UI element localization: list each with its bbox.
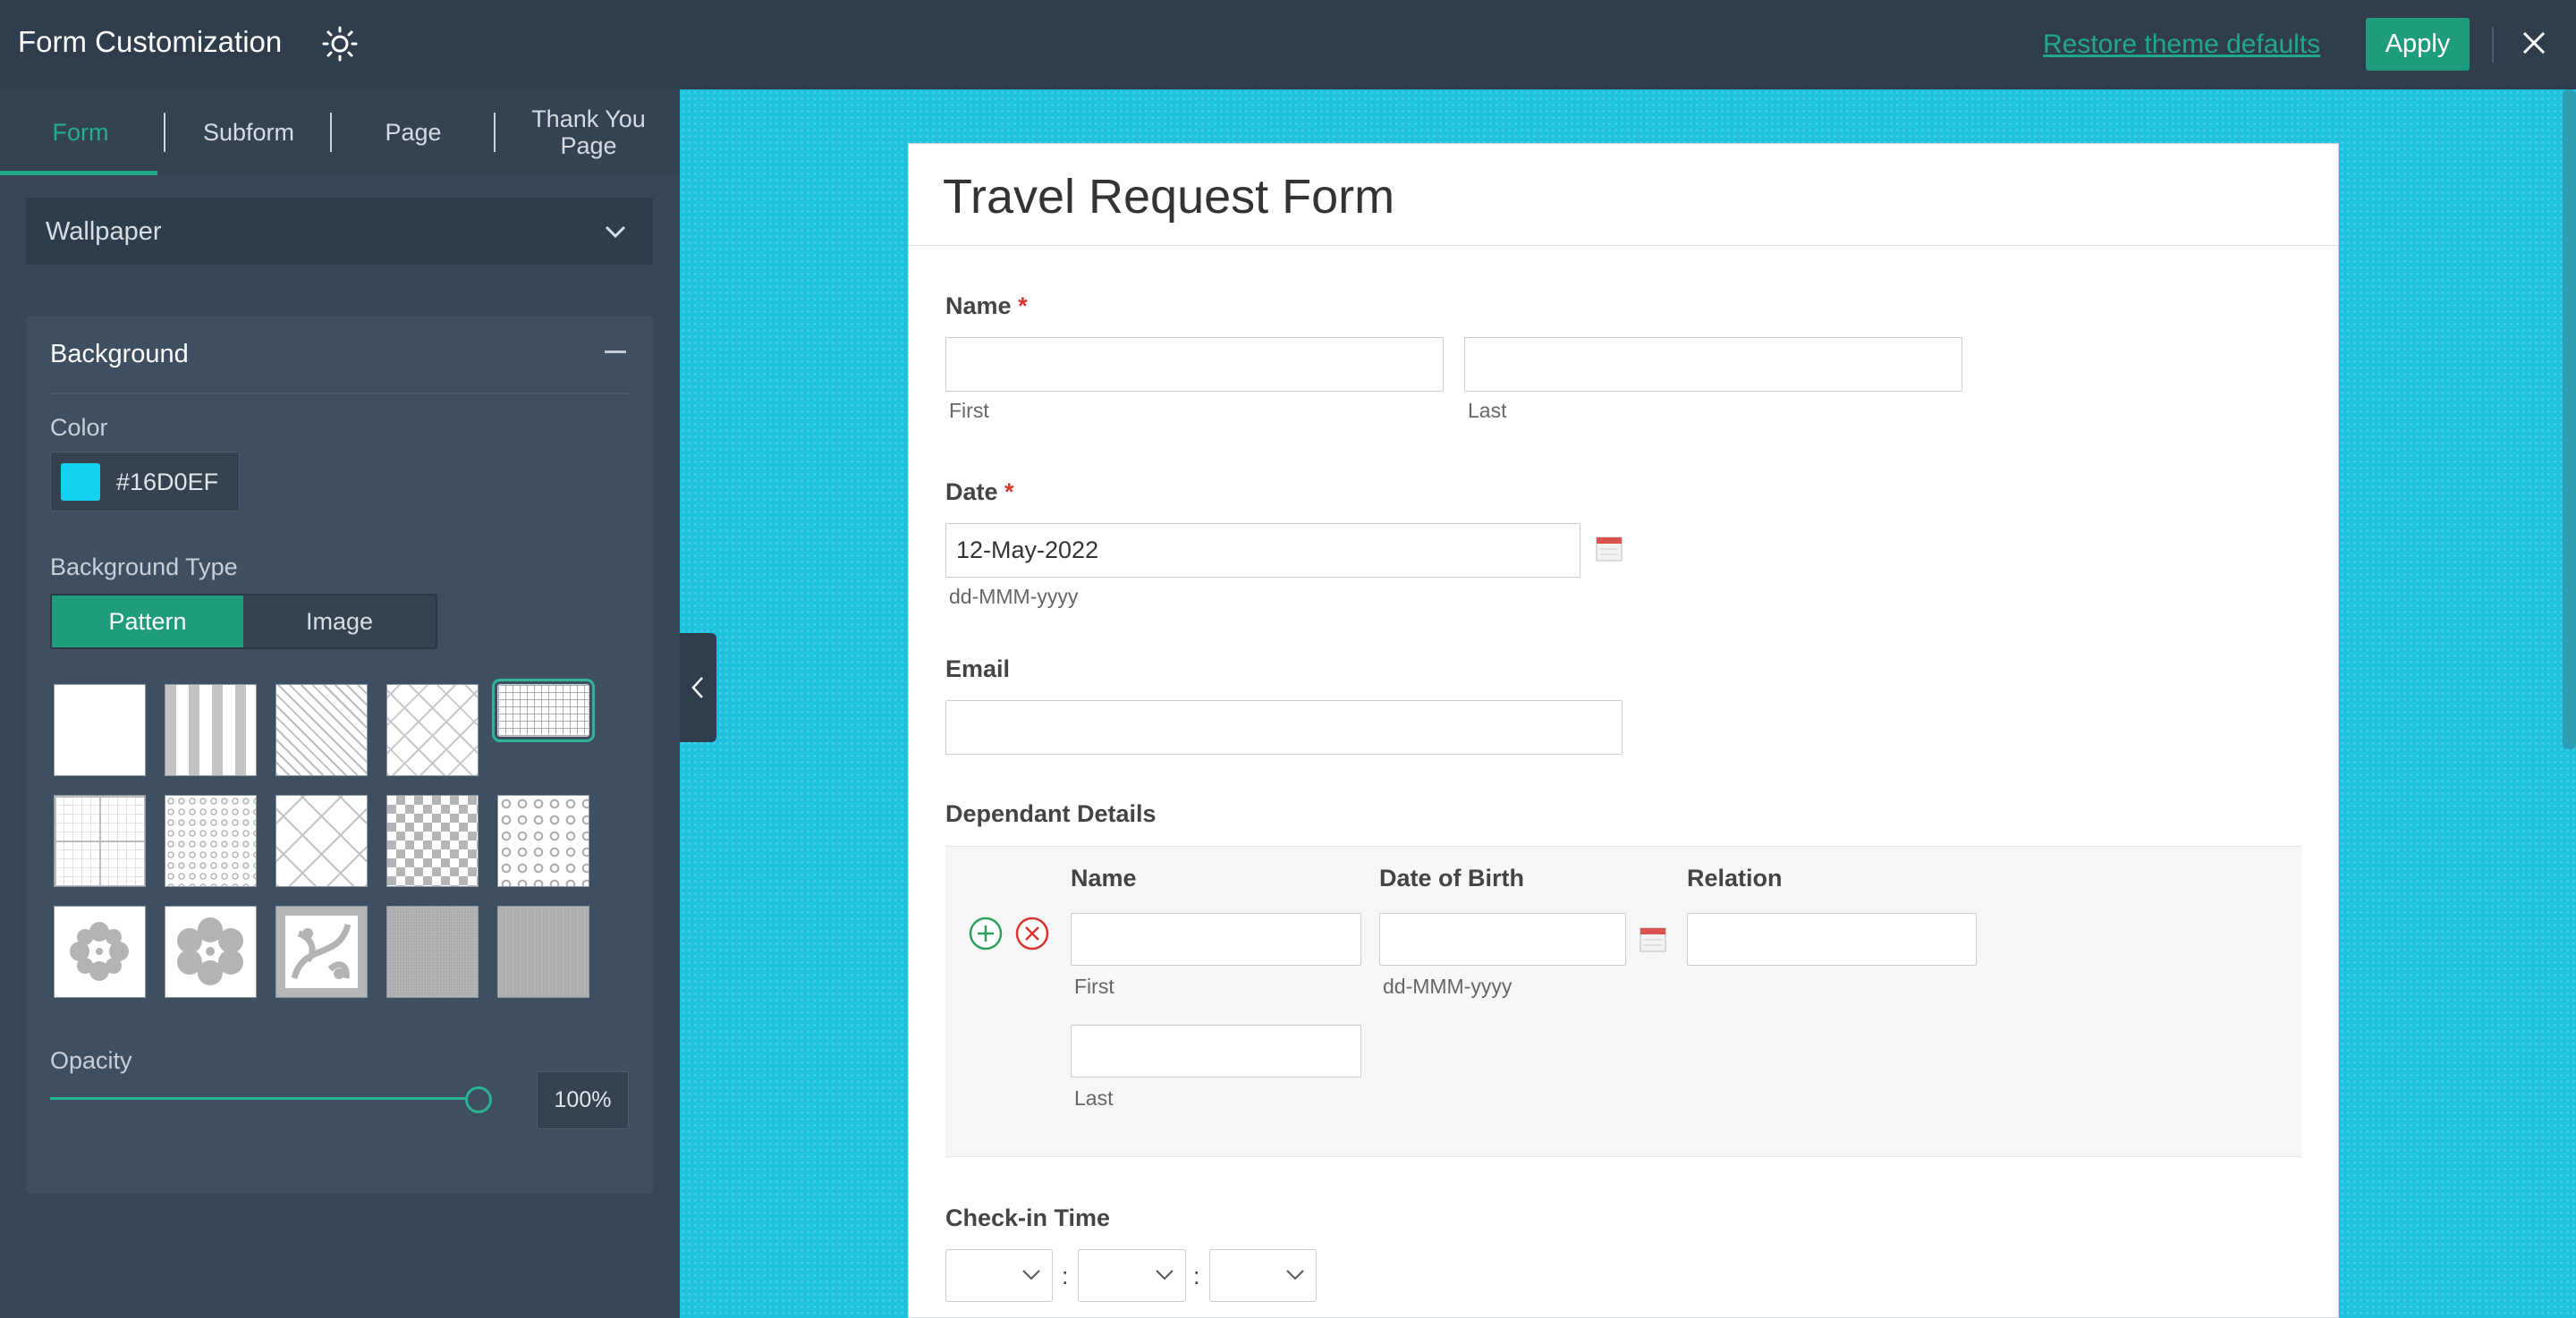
pattern-circle-tiles[interactable]	[497, 795, 589, 887]
dependant-first-name-input[interactable]	[1071, 913, 1361, 966]
collapse-panel-button[interactable]	[680, 633, 716, 742]
dependant-subform: Name Date of Birth Relation First dd-MMM…	[945, 846, 2301, 1157]
color-swatch[interactable]	[61, 463, 100, 501]
pattern-option[interactable]: Pattern	[52, 596, 243, 647]
tab-divider	[494, 113, 496, 152]
calendar-icon[interactable]	[1596, 536, 1623, 562]
pattern-ring-dots[interactable]	[165, 795, 257, 887]
date-label: Date *	[945, 478, 1014, 506]
email-label: Email	[945, 655, 1011, 682]
pattern-linen[interactable]	[497, 906, 589, 998]
tab-subform[interactable]: Subform	[166, 89, 331, 175]
divider	[2492, 27, 2494, 63]
required-mark: *	[1004, 478, 1014, 505]
pattern-vertical-stripes[interactable]	[165, 684, 257, 776]
checkin-minute-select[interactable]	[1078, 1249, 1186, 1302]
checkin-ampm-select[interactable]	[1209, 1249, 1317, 1302]
theme-toggle-sun-icon[interactable]	[322, 26, 358, 62]
background-heading: Background	[50, 340, 189, 368]
section-dropdown[interactable]: Wallpaper	[26, 198, 653, 265]
date-input[interactable]: 12-May-2022	[945, 523, 1580, 578]
email-input[interactable]	[945, 700, 1623, 755]
dependant-last-sublabel: Last	[1074, 1086, 1114, 1110]
dependant-col-dob: Date of Birth	[1379, 865, 1524, 891]
pattern-diamond-lattice[interactable]	[386, 684, 479, 776]
chevron-down-icon	[1022, 1270, 1040, 1280]
pattern-checkerboard[interactable]	[386, 795, 479, 887]
checkin-hour-select[interactable]	[945, 1249, 1053, 1302]
checkin-time-label: Check-in Time	[945, 1204, 1111, 1231]
chevron-down-icon	[605, 225, 626, 239]
pattern-damask-tile[interactable]	[275, 906, 368, 998]
canvas-scrollbar[interactable]	[2563, 89, 2576, 749]
tab-thank-you-page[interactable]: Thank You Page	[510, 89, 667, 175]
tab-divider	[164, 113, 165, 152]
divider	[909, 245, 2338, 246]
tab-page[interactable]: Page	[333, 89, 494, 175]
pattern-small-grid[interactable]	[492, 679, 595, 742]
add-row-icon[interactable]	[968, 916, 1004, 951]
opacity-label: Opacity	[50, 1047, 132, 1074]
section-dropdown-value: Wallpaper	[46, 217, 162, 246]
date-format-hint: dd-MMM-yyyy	[949, 585, 1079, 608]
divider	[50, 393, 629, 394]
dependant-relation-input[interactable]	[1687, 913, 1977, 966]
chevron-down-icon	[1286, 1270, 1304, 1280]
last-name-sublabel: Last	[1468, 399, 1507, 422]
calendar-icon[interactable]	[1640, 926, 1666, 953]
restore-defaults-link[interactable]: Restore theme defaults	[2043, 30, 2320, 60]
dependant-first-sublabel: First	[1074, 975, 1114, 998]
apply-button[interactable]: Apply	[2366, 18, 2470, 71]
opacity-value[interactable]: 100%	[537, 1071, 629, 1129]
time-separator: :	[1193, 1263, 1200, 1289]
tab-form[interactable]: Form	[0, 89, 161, 175]
dependant-last-name-input[interactable]	[1071, 1025, 1361, 1077]
pattern-basketweave[interactable]	[275, 795, 368, 887]
color-hex-value: #16D0EF	[116, 469, 219, 495]
pattern-graph-paper[interactable]	[54, 795, 146, 887]
pattern-flower[interactable]	[165, 906, 257, 998]
color-picker[interactable]: #16D0EF	[50, 452, 240, 511]
opacity-slider-track[interactable]	[50, 1097, 479, 1100]
name-label-text: Name	[945, 292, 1012, 319]
close-icon[interactable]	[2519, 28, 2549, 58]
form-preview: Travel Request Form Name * First Last Da…	[908, 143, 2339, 1318]
opacity-slider-handle[interactable]	[465, 1086, 492, 1113]
pattern-diagonal-lines[interactable]	[275, 684, 368, 776]
name-label: Name *	[945, 292, 1028, 320]
dependant-col-name: Name	[1071, 865, 1137, 891]
date-value: 12-May-2022	[956, 536, 1099, 563]
first-name-input[interactable]	[945, 337, 1444, 392]
required-mark: *	[1018, 292, 1028, 319]
dependant-col-relation: Relation	[1687, 865, 1783, 891]
form-title: Travel Request Form	[943, 170, 1395, 224]
top-bar: Form Customization Restore theme default…	[0, 0, 2576, 89]
date-label-text: Date	[945, 478, 998, 505]
time-separator: :	[1062, 1263, 1069, 1289]
color-label: Color	[50, 414, 108, 441]
last-name-input[interactable]	[1464, 337, 1962, 392]
pattern-plain[interactable]	[54, 684, 146, 776]
remove-row-icon[interactable]	[1014, 916, 1050, 951]
background-card: Background Color #16D0EF Background Type…	[26, 316, 653, 1194]
dependant-dob-format-hint: dd-MMM-yyyy	[1383, 975, 1513, 998]
tab-divider	[330, 113, 332, 152]
image-option[interactable]: Image	[243, 596, 436, 647]
background-type-label: Background Type	[50, 553, 238, 580]
active-tab-indicator	[0, 171, 157, 175]
customization-panel: Form Subform Page Thank You Page Wallpap…	[0, 89, 680, 1318]
collapse-minus-icon[interactable]	[605, 351, 626, 353]
first-name-sublabel: First	[949, 399, 989, 422]
dependant-details-label: Dependant Details	[945, 800, 1157, 827]
app-title: Form Customization	[18, 25, 283, 58]
dependant-dob-input[interactable]	[1379, 913, 1626, 966]
pattern-floral-ornament[interactable]	[54, 906, 146, 998]
background-type-toggle: Pattern Image	[50, 594, 437, 649]
chevron-left-icon	[691, 677, 703, 698]
chevron-down-icon	[1156, 1270, 1174, 1280]
pattern-noise[interactable]	[386, 906, 479, 998]
tab-bar: Form Subform Page Thank You Page	[0, 89, 680, 175]
